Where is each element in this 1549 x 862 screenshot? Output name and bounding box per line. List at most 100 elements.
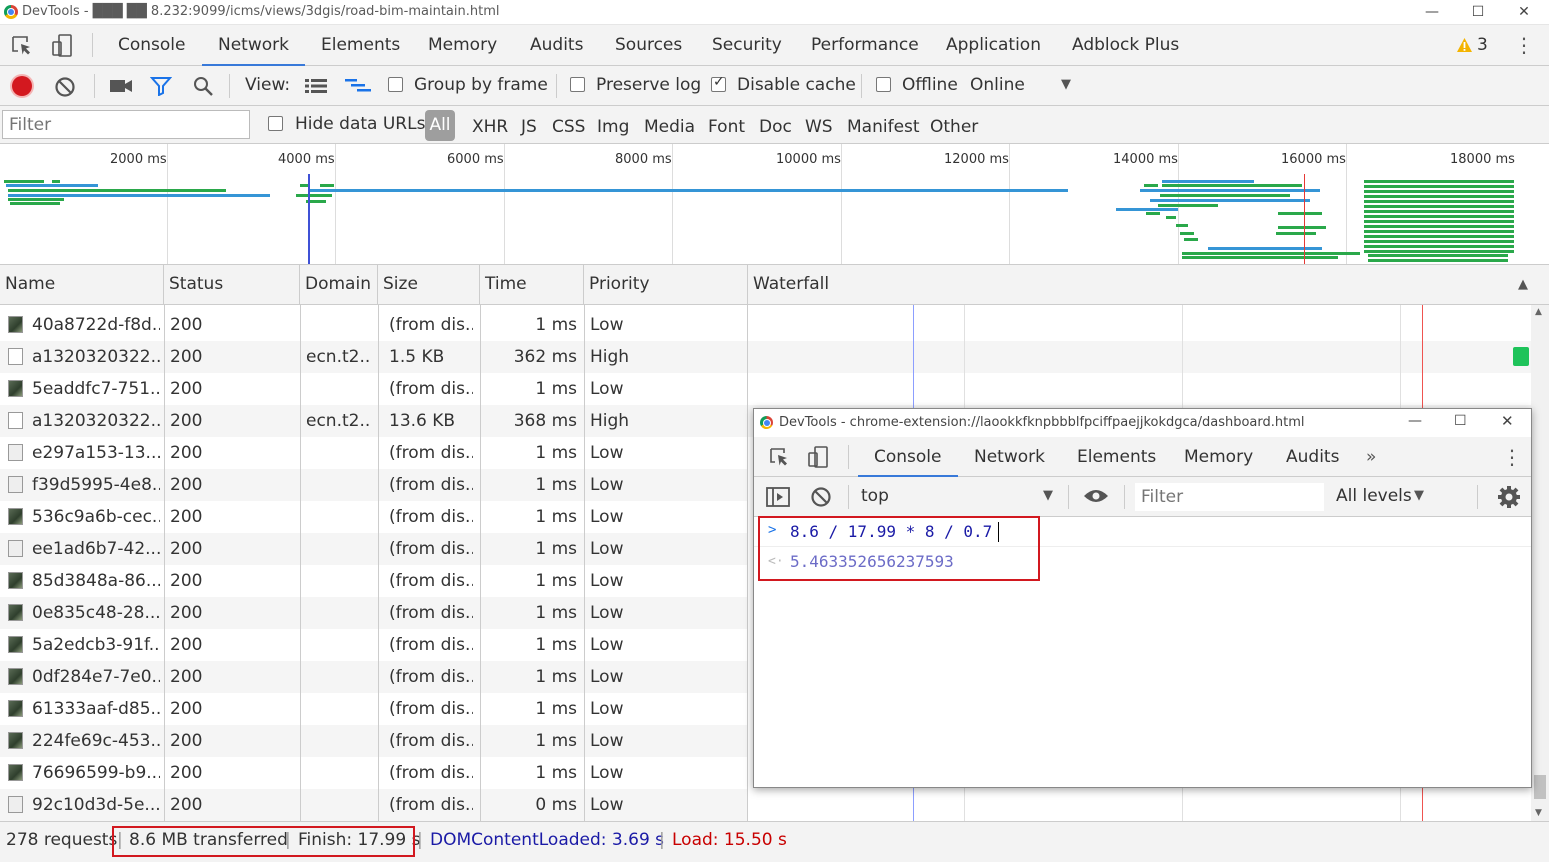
cell-name[interactable]: e297a153-13...: [32, 437, 160, 469]
minimize-button[interactable]: —: [1409, 0, 1455, 25]
context-selector[interactable]: top: [861, 486, 889, 506]
cell-name[interactable]: 536c9a6b-cec...: [32, 501, 160, 533]
table-row[interactable]: e297a153-13... 200 (from dis... 1 ms Low: [0, 437, 747, 469]
filter-input[interactable]: [2, 110, 250, 139]
sort-ascending-icon[interactable]: ▲: [1518, 277, 1528, 292]
offline-checkbox[interactable]: [876, 77, 891, 92]
tab-application[interactable]: Application: [946, 25, 1041, 66]
offline-label[interactable]: Offline: [902, 75, 958, 95]
preserve-log-label[interactable]: Preserve log: [596, 75, 701, 95]
filter-icon[interactable]: [150, 76, 172, 96]
more-tabs-icon[interactable]: »: [1366, 437, 1376, 477]
type-filter-css[interactable]: CSS: [552, 117, 585, 137]
popup-more-options-icon[interactable]: ⋮: [1502, 445, 1522, 469]
tab-console[interactable]: Console: [118, 25, 186, 66]
close-button[interactable]: ✕: [1501, 0, 1547, 25]
column-header-size[interactable]: Size: [378, 265, 480, 305]
table-row[interactable]: 76696599-b9... 200 (from dis... 1 ms Low: [0, 757, 747, 789]
log-levels-select[interactable]: All levels: [1336, 486, 1412, 506]
tab-elements[interactable]: Elements: [321, 25, 400, 66]
type-filter-media[interactable]: Media: [644, 117, 695, 137]
cell-name[interactable]: 61333aaf-d85...: [32, 693, 160, 725]
cell-name[interactable]: 92c10d3d-5e...: [32, 789, 160, 821]
inspect-element-icon[interactable]: [10, 34, 36, 58]
disable-cache-label[interactable]: Disable cache: [737, 75, 856, 95]
type-filter-manifest[interactable]: Manifest: [847, 117, 920, 137]
popup-tab-audits[interactable]: Audits: [1286, 437, 1339, 477]
cell-name[interactable]: 76696599-b9...: [32, 757, 160, 789]
maximize-button[interactable]: ☐: [1455, 0, 1501, 25]
sidebar-toggle-icon[interactable]: [765, 486, 791, 508]
table-row[interactable]: 5a2edcb3-91f... 200 (from dis... 1 ms Low: [0, 629, 747, 661]
table-row[interactable]: a1320320322... 200 ecn.t2... 13.6 KB 368 ms H…: [0, 405, 747, 437]
cell-name[interactable]: f39d5995-4e8...: [32, 469, 160, 501]
column-header-status[interactable]: Status: [164, 265, 300, 305]
cell-name[interactable]: 40a8722d-f8d...: [32, 309, 160, 341]
inspect-element-icon[interactable]: [768, 446, 792, 468]
table-row[interactable]: 40a8722d-f8d... 200 (from dis... 1 ms Low: [0, 309, 747, 341]
cell-name[interactable]: ee1ad6b7-42...: [32, 533, 160, 565]
group-by-frame-checkbox[interactable]: [388, 77, 403, 92]
hide-data-urls-label[interactable]: Hide data URLs: [295, 114, 425, 134]
cell-name[interactable]: a1320320322...: [32, 405, 160, 437]
cell-name[interactable]: 0df284e7-7e0...: [32, 661, 160, 693]
tab-performance[interactable]: Performance: [811, 25, 919, 66]
overview-icon[interactable]: [345, 78, 371, 94]
throttling-select[interactable]: Online: [970, 75, 1025, 95]
settings-gear-icon[interactable]: [1497, 485, 1521, 509]
type-filter-all[interactable]: All: [425, 110, 455, 141]
tab-memory[interactable]: Memory: [428, 25, 497, 66]
scrollbar-thumb[interactable]: [1534, 775, 1546, 799]
tab-adblock-plus[interactable]: Adblock Plus: [1072, 25, 1179, 66]
console-filter-input[interactable]: [1135, 483, 1324, 511]
warning-icon[interactable]: [1456, 37, 1473, 53]
screenshot-camera-icon[interactable]: [109, 78, 133, 94]
table-row[interactable]: 224fe69c-453... 200 (from dis... 1 ms Low: [0, 725, 747, 757]
type-filter-other[interactable]: Other: [930, 117, 978, 137]
column-header-name[interactable]: Name: [0, 265, 164, 305]
hide-data-urls-checkbox[interactable]: [268, 116, 283, 131]
table-row[interactable]: 85d3848a-86... 200 (from dis... 1 ms Low: [0, 565, 747, 597]
tab-audits[interactable]: Audits: [530, 25, 583, 66]
cell-name[interactable]: 5a2edcb3-91f...: [32, 629, 160, 661]
disable-cache-checkbox[interactable]: [711, 74, 726, 92]
popup-tab-elements[interactable]: Elements: [1077, 437, 1156, 477]
table-row[interactable]: 536c9a6b-cec... 200 (from dis... 1 ms Low: [0, 501, 747, 533]
type-filter-doc[interactable]: Doc: [759, 117, 792, 137]
type-filter-font[interactable]: Font: [708, 117, 745, 137]
cell-name[interactable]: a1320320322...: [32, 341, 160, 373]
table-row[interactable]: f39d5995-4e8... 200 (from dis... 1 ms Low: [0, 469, 747, 501]
cell-name[interactable]: 85d3848a-86...: [32, 565, 160, 597]
record-button[interactable]: [12, 76, 32, 96]
popup-maximize-button[interactable]: ☐: [1454, 413, 1467, 429]
type-filter-xhr[interactable]: XHR: [472, 117, 508, 137]
chevron-down-icon[interactable]: ▼: [1061, 77, 1071, 92]
popup-close-button[interactable]: ✕: [1501, 412, 1514, 430]
chevron-down-icon[interactable]: ▼: [1414, 488, 1424, 503]
tab-network[interactable]: Network: [202, 25, 305, 66]
overview-timeline[interactable]: 2000 ms 4000 ms 6000 ms 8000 ms 10000 ms…: [0, 144, 1549, 265]
type-filter-img[interactable]: Img: [597, 117, 629, 137]
popup-minimize-button[interactable]: —: [1408, 413, 1422, 429]
chevron-down-icon[interactable]: ▼: [1043, 488, 1053, 503]
table-row[interactable]: 5eaddfc7-751... 200 (from dis... 1 ms Low: [0, 373, 747, 405]
table-row[interactable]: 61333aaf-d85... 200 (from dis... 1 ms Low: [0, 693, 747, 725]
table-row[interactable]: 0e835c48-28... 200 (from dis... 1 ms Low: [0, 597, 747, 629]
column-header-waterfall[interactable]: Waterfall: [748, 265, 1531, 305]
cell-name[interactable]: 5eaddfc7-751...: [32, 373, 160, 405]
popup-tab-memory[interactable]: Memory: [1184, 437, 1253, 477]
type-filter-js[interactable]: JS: [521, 117, 537, 137]
warning-count[interactable]: 3: [1477, 35, 1488, 55]
table-row[interactable]: 0df284e7-7e0... 200 (from dis... 1 ms Low: [0, 661, 747, 693]
live-expression-eye-icon[interactable]: [1083, 488, 1109, 504]
search-icon[interactable]: [193, 76, 215, 98]
tab-security[interactable]: Security: [712, 25, 782, 66]
clear-icon[interactable]: [54, 76, 76, 98]
table-row[interactable]: 92c10d3d-5e... 200 (from dis... 0 ms Low: [0, 789, 747, 821]
popup-tab-console[interactable]: Console: [858, 437, 958, 477]
clear-console-icon[interactable]: [810, 486, 832, 508]
scroll-up-icon[interactable]: ▲: [1535, 307, 1542, 317]
device-toolbar-icon[interactable]: [50, 33, 76, 59]
request-table-scrollbar[interactable]: ▲ ▼: [1531, 305, 1549, 821]
table-row[interactable]: ee1ad6b7-42... 200 (from dis... 1 ms Low: [0, 533, 747, 565]
